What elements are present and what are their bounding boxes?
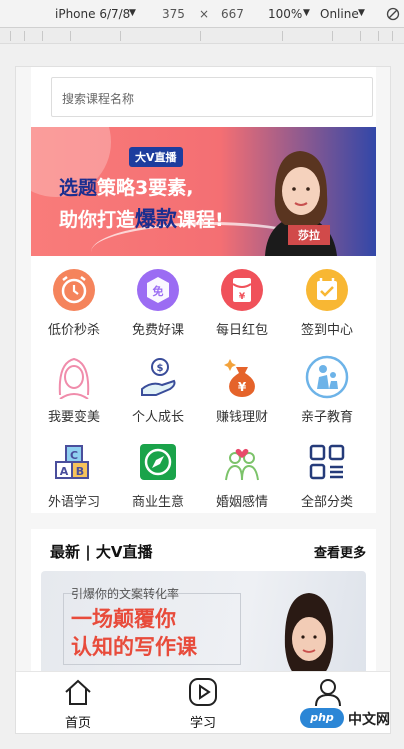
watermark-text: 中文网	[348, 712, 390, 728]
banner-headline-2: 助你打造爆款课程!	[59, 207, 224, 231]
viewport-height[interactable]: 667	[221, 7, 244, 21]
rotate-icon[interactable]	[386, 7, 400, 21]
dimension-separator: ×	[199, 7, 210, 21]
category-item[interactable]: 低价秒杀	[31, 259, 117, 345]
search-bar: 搜索课程名称	[31, 67, 376, 127]
tab-item[interactable]: 首页	[28, 672, 128, 733]
category-label: 签到中心	[300, 323, 353, 338]
play-icon	[189, 678, 217, 706]
woman-face-icon	[58, 357, 90, 399]
category-item[interactable]: 我要变美	[31, 346, 117, 432]
category-label: 全部分类	[300, 495, 353, 510]
category-grid: 低价秒杀免免费好课 ¥ 每日红包 签到中心 我要变美 $ 个人成长 ¥ 赚钱理财 亲子教育 A B C 外…	[31, 256, 376, 513]
couple-heart-icon	[225, 448, 259, 481]
free-badge-icon: 免	[137, 269, 179, 311]
category-label: 我要变美	[47, 410, 100, 425]
svg-text:$: $	[157, 363, 164, 374]
zoom-caret-icon[interactable]: ▼	[303, 8, 310, 18]
media-query-ruler	[0, 28, 404, 44]
user-icon	[315, 679, 341, 707]
search-input[interactable]: 搜索课程名称	[51, 77, 373, 117]
php-cn-watermark: php 中文网	[300, 706, 400, 730]
svg-text:¥: ¥	[238, 380, 247, 394]
category-label: 婚姻感情	[215, 495, 268, 510]
category-item[interactable]: 商业生意	[115, 431, 201, 517]
category-label: 亲子教育	[300, 410, 353, 425]
category-item[interactable]: 签到中心	[284, 259, 370, 345]
tab-item[interactable]: 学习	[153, 672, 253, 733]
network-caret-icon[interactable]: ▼	[358, 8, 365, 18]
svg-text:B: B	[76, 465, 84, 478]
section-title: 最新 | 大V直播	[50, 543, 153, 561]
zoom-select[interactable]: 100%	[268, 7, 302, 21]
category-item[interactable]: A B C 外语学习	[31, 431, 117, 517]
alarm-clock-icon	[53, 269, 95, 311]
network-select[interactable]: Online	[320, 7, 359, 21]
device-select[interactable]: iPhone 6/7/8	[55, 7, 130, 21]
hand-coin-icon: $	[141, 358, 176, 396]
grid-apps-icon	[309, 444, 345, 480]
svg-text:A: A	[60, 465, 69, 478]
compass-icon	[140, 444, 176, 480]
tab-label: 首页	[64, 716, 91, 731]
presenter-name: 莎拉	[288, 225, 330, 245]
category-label: 低价秒杀	[47, 323, 100, 338]
phone-viewport: 搜索课程名称 大V直播 选题策略3要素, 助你打造爆款课程! 莎拉 低价秒杀免免…	[15, 66, 391, 734]
devtools-toolbar: iPhone 6/7/8 ▼ 375 × 667 100% ▼ Online ▼	[0, 0, 404, 28]
tab-label: 学习	[189, 716, 216, 731]
viewport-width[interactable]: 375	[162, 7, 185, 21]
category-label: 外语学习	[47, 495, 100, 510]
live-badge: 大V直播	[129, 147, 183, 167]
svg-text:¥: ¥	[239, 292, 246, 302]
card-subtitle: 引爆你的文案转化率	[71, 587, 180, 601]
category-label: 商业生意	[131, 495, 184, 510]
category-item[interactable]: ¥ 赚钱理财	[199, 346, 285, 432]
red-envelope-icon: ¥	[221, 269, 263, 311]
php-logo: php	[300, 708, 344, 728]
category-item[interactable]: ¥ 每日红包	[199, 259, 285, 345]
category-label: 每日红包	[215, 323, 268, 338]
parent-child-icon	[305, 355, 349, 399]
category-item[interactable]: 全部分类	[284, 431, 370, 517]
category-label: 个人成长	[131, 410, 184, 425]
card-title-line-1: 一场颠覆你	[71, 607, 176, 631]
money-bag-icon: ¥	[224, 359, 255, 397]
svg-text:免: 免	[153, 284, 164, 298]
promo-banner[interactable]: 大V直播 选题策略3要素, 助你打造爆款课程! 莎拉	[31, 127, 376, 256]
device-caret-icon[interactable]: ▼	[129, 8, 136, 18]
svg-text:C: C	[70, 449, 78, 462]
card-title-line-2: 认知的写作课	[71, 635, 197, 659]
home-icon	[65, 679, 91, 705]
category-label: 赚钱理财	[215, 410, 268, 425]
category-label: 免费好课	[131, 323, 184, 338]
banner-headline-1: 选题策略3要素,	[59, 177, 194, 199]
category-item[interactable]: 免免费好课	[115, 259, 201, 345]
check-calendar-icon	[306, 269, 348, 311]
view-more-link[interactable]: 查看更多	[314, 542, 366, 561]
category-item[interactable]: $ 个人成长	[115, 346, 201, 432]
category-item[interactable]: 亲子教育	[284, 346, 370, 432]
category-item[interactable]: 婚姻感情	[199, 431, 285, 517]
abc-blocks-icon: A BC	[55, 445, 89, 479]
